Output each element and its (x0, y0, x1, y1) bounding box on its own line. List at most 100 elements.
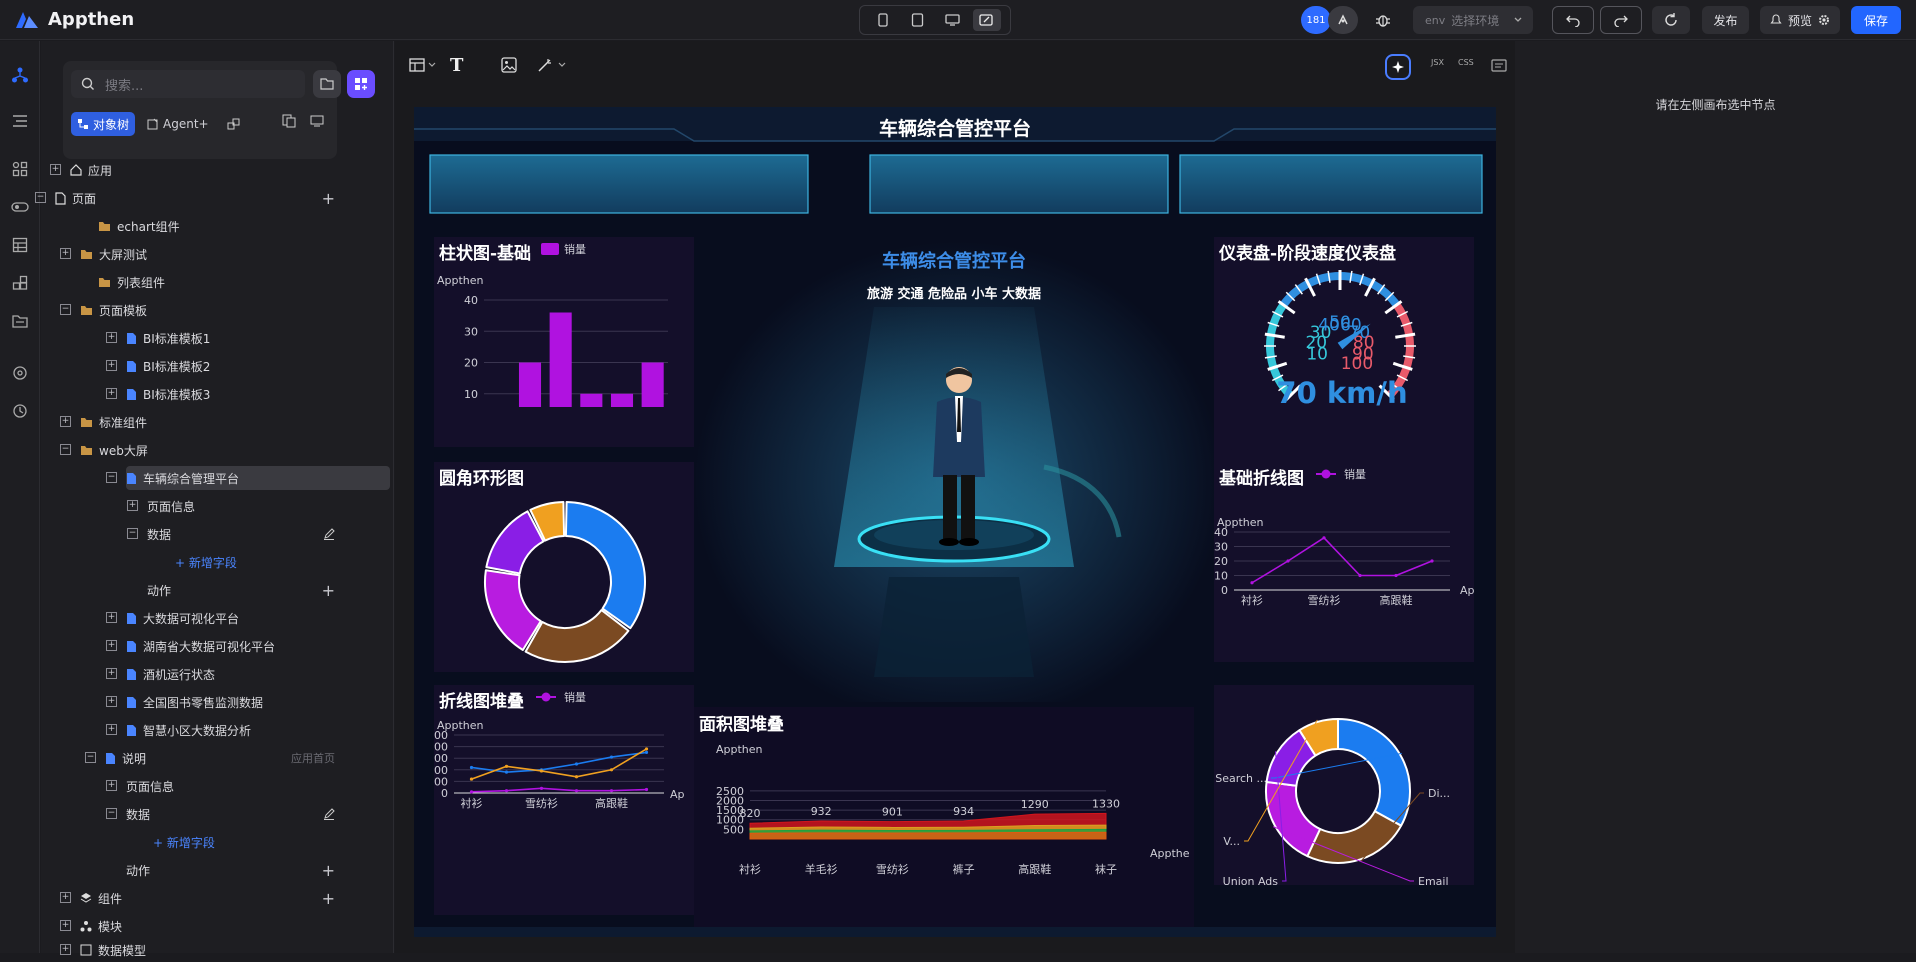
text-tool-icon[interactable]: T (450, 55, 463, 76)
module-nav-icon[interactable] (8, 271, 32, 295)
expand-toggle[interactable]: + (106, 360, 117, 371)
tree-item[interactable]: 标准组件 (80, 410, 335, 434)
tree-item[interactable]: 页面信息 (126, 774, 335, 798)
app-logo[interactable]: Appthen (14, 9, 134, 30)
add-child-icon[interactable]: + (322, 889, 335, 908)
monitor-button[interactable] (305, 109, 329, 133)
preview-button[interactable]: 预览 (1760, 6, 1840, 34)
tree-item[interactable]: 酒机运行状态 (126, 662, 335, 686)
expand-toggle[interactable]: + (106, 724, 117, 735)
expand-toggle[interactable]: + (60, 248, 71, 259)
tree-item[interactable]: 说明 应用首页 (105, 746, 335, 770)
env-select[interactable]: env 选择环境 (1413, 6, 1533, 34)
expand-toggle[interactable]: − (106, 808, 117, 819)
add-component-button[interactable] (347, 70, 375, 98)
user-avatar[interactable]: 181 (1301, 6, 1331, 34)
tree-item[interactable]: 全国图书零售监测数据 (126, 690, 335, 714)
tree-item[interactable]: 组件 + (80, 886, 335, 910)
tree-item[interactable]: 大屏测试 (80, 242, 335, 266)
tree-item[interactable]: 应用 (70, 158, 335, 182)
tree-item-label: 车辆综合管理平台 (143, 471, 240, 486)
add-child-icon[interactable]: + (322, 189, 335, 208)
dashboard-canvas[interactable]: 车辆综合管控平台 车辆综合管控平台 旅游 交通 危险品 小车 大数据 柱状图-基… (414, 107, 1496, 937)
tablet-view-button[interactable] (904, 9, 932, 31)
expand-toggle[interactable]: + (106, 780, 117, 791)
components-nav-icon[interactable] (8, 157, 32, 181)
expand-toggle[interactable]: + (106, 612, 117, 623)
expand-toggle[interactable]: + (60, 892, 71, 903)
expand-toggle[interactable]: + (106, 388, 117, 399)
tree-item[interactable]: 大数据可视化平台 (126, 606, 335, 630)
tree-item[interactable]: 车辆综合管理平台 (126, 466, 390, 490)
pin-panel-button[interactable] (277, 109, 301, 133)
tab-object-tree[interactable]: 对象树 (71, 112, 136, 136)
tree-item[interactable]: 湖南省大数据可视化平台 (126, 634, 335, 658)
expand-toggle[interactable]: − (60, 304, 71, 315)
image-tool-button[interactable] (501, 57, 517, 77)
tree-item[interactable]: 动作 + (147, 578, 335, 602)
expand-toggle[interactable]: + (60, 416, 71, 427)
refresh-button[interactable] (1652, 6, 1690, 34)
save-button[interactable]: 保存 (1851, 6, 1901, 34)
expand-toggle[interactable]: + (60, 944, 71, 955)
tree-item[interactable]: 列表组件 (98, 270, 335, 294)
expand-toggle[interactable]: + (106, 640, 117, 651)
collab-icon[interactable] (1328, 6, 1358, 34)
tree-item[interactable]: 页面模板 (80, 298, 335, 322)
tree-item[interactable]: 页面信息 (147, 494, 335, 518)
expand-toggle[interactable]: + (50, 164, 61, 175)
tree-item[interactable]: web大屏 (80, 438, 335, 462)
expand-toggle[interactable]: + (60, 920, 71, 931)
mobile-view-button[interactable] (869, 9, 897, 31)
expand-toggle[interactable]: − (35, 192, 46, 203)
expand-toggle[interactable]: + (106, 696, 117, 707)
expand-toggle[interactable]: − (127, 528, 138, 539)
tab-layers[interactable] (221, 112, 247, 136)
expand-toggle[interactable]: − (60, 444, 71, 455)
layout-tool-button[interactable] (409, 57, 437, 76)
tab-agent[interactable]: Agent+ (141, 112, 215, 136)
expand-toggle[interactable]: + (106, 668, 117, 679)
expand-toggle[interactable]: + (106, 332, 117, 343)
comment-button[interactable] (1491, 58, 1507, 77)
tree-item[interactable]: 数据 (126, 802, 335, 826)
css-icon[interactable]: CSS (1458, 58, 1474, 67)
tree-item[interactable]: BI标准模板2 (126, 354, 335, 378)
table-nav-icon[interactable] (8, 233, 32, 257)
folder-nav-icon[interactable] (8, 309, 32, 333)
outline-nav-icon[interactable] (8, 109, 32, 133)
publish-button[interactable]: 发布 (1702, 6, 1749, 34)
tree-item[interactable]: 智慧小区大数据分析 (126, 718, 335, 742)
tree-item[interactable]: 动作 + (126, 858, 335, 882)
undo-button[interactable] (1552, 6, 1594, 34)
target-nav-icon[interactable] (8, 361, 32, 385)
tree-item[interactable]: 数据模型 (80, 938, 335, 962)
tree-item[interactable]: + 新增字段 (153, 830, 335, 854)
tree-item[interactable]: 数据 (147, 522, 335, 546)
expand-toggle[interactable]: − (85, 752, 96, 763)
desktop-view-button[interactable] (938, 9, 966, 31)
tree-item[interactable]: + 新增字段 (175, 550, 335, 574)
add-child-icon[interactable] (323, 525, 335, 544)
tree-item[interactable]: BI标准模板3 (126, 382, 335, 406)
jsx-icon[interactable]: JSX (1431, 58, 1444, 67)
search-input[interactable]: 搜索... (71, 70, 305, 98)
custom-view-button[interactable] (972, 9, 1001, 31)
tree-nav-icon[interactable] (8, 63, 32, 87)
history-nav-icon[interactable] (8, 399, 32, 423)
redo-button[interactable] (1600, 6, 1642, 34)
tree-item[interactable]: echart组件 (98, 214, 335, 238)
add-child-icon[interactable]: + (322, 581, 335, 600)
toggle-nav-icon[interactable] (8, 195, 32, 219)
debug-icon[interactable] (1370, 6, 1396, 34)
new-folder-button[interactable] (313, 70, 341, 98)
magic-tool-button[interactable] (537, 57, 567, 77)
expand-toggle[interactable]: − (106, 472, 117, 483)
tree-item[interactable]: 页面 + (55, 186, 335, 210)
expand-toggle[interactable]: + (127, 500, 138, 511)
add-child-icon[interactable]: + (322, 861, 335, 880)
tree-item[interactable]: BI标准模板1 (126, 326, 335, 350)
tree-item[interactable]: 模块 (80, 914, 335, 938)
add-child-icon[interactable] (323, 805, 335, 824)
ai-button[interactable] (1385, 54, 1411, 80)
